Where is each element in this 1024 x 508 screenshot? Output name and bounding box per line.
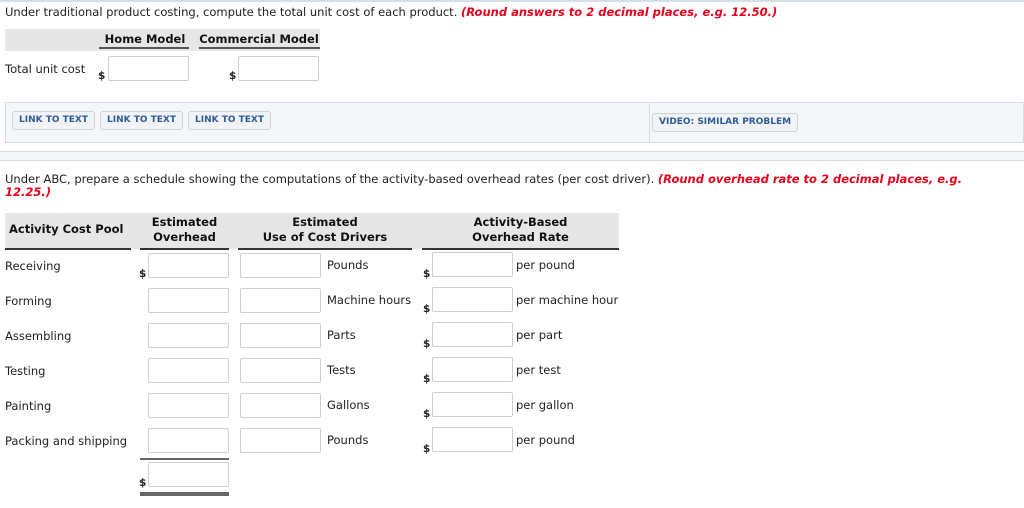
commercial-model-unit-cost-input[interactable] [238,56,319,81]
header-line: Activity-Based [473,215,568,229]
col-underline [140,248,229,250]
activity-cost-pool-label: Assembling [5,329,72,343]
overhead-rate-input[interactable] [432,357,513,382]
part1-instruction-text: Under traditional product costing, compu… [5,5,458,19]
link-to-text-button-2[interactable]: LINK TO TEXT [100,111,184,130]
header-line: Use of Cost Drivers [262,230,388,244]
cost-driver-label: Parts [327,328,356,342]
col-underline [238,248,412,250]
cost-driver-label: Machine hours [327,293,412,307]
col-header-commercial-model: Commercial Model [199,32,319,46]
dollar-sign: $ [98,70,106,82]
col-header-estimated-overhead: Estimated Overhead [140,215,229,245]
estimated-cost-driver-usage-input[interactable] [240,428,321,453]
col-header-home-model: Home Model [104,32,186,46]
estimated-overhead-input[interactable] [148,253,229,278]
rate-unit-label: per pound [516,433,575,447]
overhead-rate-input[interactable] [432,427,513,452]
estimated-overhead-input[interactable] [148,393,229,418]
part2-round-note: (Round overhead rate to 2 decimal places… [657,172,962,186]
header-line: Estimated [151,215,218,229]
rate-unit-label: per test [516,363,561,377]
cost-driver-label: Pounds [327,433,369,447]
estimated-overhead-input[interactable] [148,428,229,453]
activity-cost-pool-label: Packing and shipping [5,434,128,448]
estimated-cost-driver-usage-input[interactable] [240,323,321,348]
overhead-rate-input[interactable] [432,252,513,277]
col-header-activity-cost-pool: Activity Cost Pool [9,222,124,236]
dollar-sign: $ [139,268,147,280]
row-label-total-unit-cost: Total unit cost [5,62,86,76]
part1-instruction: Under traditional product costing, compu… [5,6,777,19]
dollar-sign: $ [229,70,237,82]
link-to-text-button-1[interactable]: LINK TO TEXT [12,111,96,130]
rate-unit-label: per gallon [516,398,574,412]
section-separator [0,151,1024,161]
rate-unit-label: per pound [516,258,575,272]
dollar-sign: $ [139,477,147,489]
link-to-text-button-3[interactable]: LINK TO TEXT [188,111,272,130]
header-line: Estimated [292,215,358,229]
col-underline [99,47,189,49]
activity-cost-pool-label: Receiving [5,259,61,273]
rate-unit-label: per part [516,328,563,342]
top-border [0,0,1024,2]
activity-cost-pool-label: Painting [5,399,52,413]
estimated-overhead-input[interactable] [148,323,229,348]
col-underline [199,47,320,49]
dollar-sign: $ [423,443,431,455]
cost-driver-label: Gallons [327,398,370,412]
header-line: Overhead Rate [472,230,569,244]
cost-driver-label: Pounds [327,258,369,272]
col-underline [422,248,619,250]
part2-instruction: Under ABC, prepare a schedule showing th… [5,173,1005,199]
col-underline [5,248,131,250]
estimated-cost-driver-usage-input[interactable] [240,358,321,383]
estimated-cost-driver-usage-input[interactable] [240,393,321,418]
activity-cost-pool-label: Testing [5,364,46,378]
estimated-overhead-input[interactable] [148,358,229,383]
col-header-estimated-use-of-cost-drivers: Estimated Use of Cost Drivers [238,215,412,245]
part2-round-note-cont: 12.25.) [5,185,51,199]
dollar-sign: $ [423,268,431,280]
estimated-overhead-input[interactable] [148,288,229,313]
estimated-cost-driver-usage-input[interactable] [240,288,321,313]
dollar-sign: $ [423,408,431,420]
col-header-activity-based-overhead-rate: Activity-Based Overhead Rate [422,215,619,245]
estimated-cost-driver-usage-input[interactable] [240,253,321,278]
total-estimated-overhead-input[interactable] [148,462,229,487]
overhead-rate-input[interactable] [432,322,513,347]
total-rule [140,458,229,460]
resources-panel: LINK TO TEXT LINK TO TEXT LINK TO TEXT V… [5,102,1024,143]
overhead-rate-input[interactable] [432,287,513,312]
total-double-rule [140,492,229,496]
dollar-sign: $ [423,338,431,350]
cost-driver-label: Tests [327,363,356,377]
overhead-rate-input[interactable] [432,392,513,417]
rate-unit-label: per machine hour [516,293,619,307]
dollar-sign: $ [423,373,431,385]
part1-round-note: (Round answers to 2 decimal places, e.g.… [461,5,778,19]
dollar-sign: $ [423,303,431,315]
home-model-unit-cost-input[interactable] [108,56,189,81]
panel-divider [649,103,650,142]
part2-instruction-text: Under ABC, prepare a schedule showing th… [5,172,655,186]
video-similar-problem-button[interactable]: VIDEO: SIMILAR PROBLEM [652,113,799,132]
header-line: Overhead [153,230,216,244]
activity-cost-pool-label: Forming [5,294,52,308]
